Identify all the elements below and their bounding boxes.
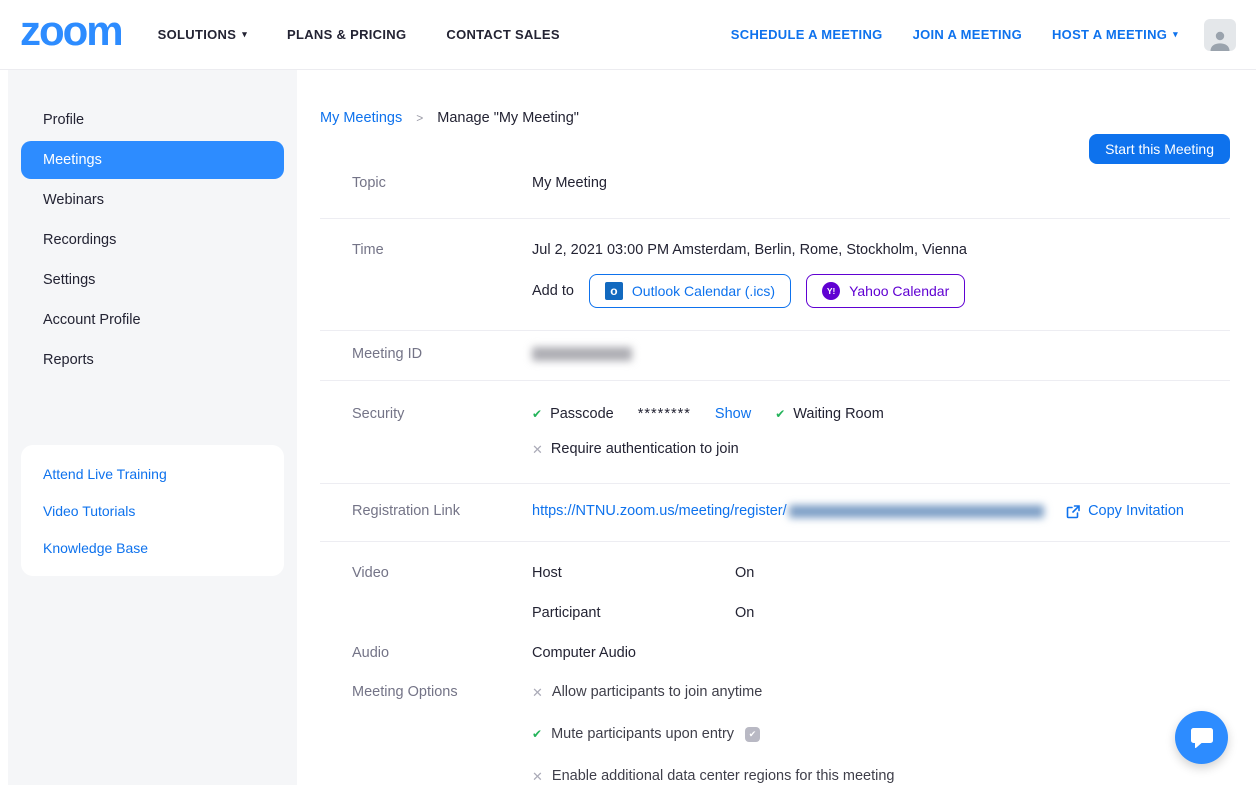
registration-link-row: Registration Link https://NTNU.zoom.us/m… — [320, 484, 1230, 542]
main-content: My Meetings > Manage "My Meeting" Start … — [297, 70, 1256, 785]
yahoo-calendar-label: Yahoo Calendar — [849, 283, 950, 299]
cross-icon: ✕ — [532, 442, 543, 457]
sidebar: Profile Meetings Webinars Recordings Set… — [8, 70, 297, 785]
host-meeting-label: HOST A MEETING — [1051, 27, 1168, 42]
copy-invitation-icon — [1066, 504, 1080, 518]
option-data-center: ✕ Enable additional data center regions … — [532, 767, 1230, 785]
registration-link-redacted — [788, 505, 1044, 518]
chat-bubble-icon — [1190, 727, 1213, 748]
breadcrumb: My Meetings > Manage "My Meeting" — [320, 110, 1230, 126]
option-join-anytime-label: Allow participants to join anytime — [551, 684, 763, 700]
breadcrumb-separator: > — [416, 111, 424, 125]
sidebar-item-settings[interactable]: Settings — [21, 261, 284, 299]
outlook-icon: o — [604, 282, 623, 300]
sidebar-item-profile[interactable]: Profile — [21, 101, 284, 139]
security-label: Security — [352, 406, 405, 422]
check-icon: ✔ — [532, 407, 543, 421]
sidebar-item-meetings[interactable]: Meetings — [21, 141, 284, 179]
topic-row: Topic My Meeting — [320, 164, 1230, 219]
audio-row: Audio Computer Audio — [320, 644, 1230, 663]
video-participant-label: Participant — [532, 605, 601, 621]
video-host-label: Host — [532, 565, 562, 581]
yahoo-calendar-button[interactable]: Y! Yahoo Calendar — [806, 274, 966, 308]
knowledge-base-link[interactable]: Knowledge Base — [21, 529, 284, 566]
meeting-id-label: Meeting ID — [352, 346, 423, 362]
sidebar-item-recordings[interactable]: Recordings — [21, 221, 284, 259]
yahoo-icon: Y! — [822, 282, 841, 300]
account-nav: SCHEDULE A MEETING JOIN A MEETING HOST A… — [731, 27, 1178, 42]
waiting-room-label: Waiting Room — [793, 406, 884, 422]
page-title: Manage "My Meeting" — [437, 110, 579, 126]
nav-solutions-label: SOLUTIONS — [157, 27, 237, 42]
option-data-center-label: Enable additional data center regions fo… — [551, 768, 895, 784]
meeting-options-label: Meeting Options — [352, 684, 458, 700]
join-meeting-link[interactable]: JOIN A MEETING — [913, 27, 1022, 42]
video-host-value: On — [735, 565, 755, 581]
audio-value: Computer Audio — [532, 645, 636, 661]
avatar[interactable] — [1204, 18, 1236, 51]
copy-invitation-link[interactable]: Copy Invitation — [1065, 502, 1230, 521]
video-row: Video Host On Participant On — [320, 542, 1230, 644]
outlook-calendar-label: Outlook Calendar (.ics) — [631, 283, 776, 299]
attend-live-training-link[interactable]: Attend Live Training — [21, 455, 284, 492]
nav-contact-label: CONTACT SALES — [446, 27, 560, 42]
show-passcode-link[interactable]: Show — [715, 405, 751, 424]
option-mute-on-entry: ✔ Mute participants upon entry ✔ — [532, 725, 1230, 744]
security-row: Security ✔ Passcode ******** Show ✔ Wait… — [320, 381, 1230, 484]
outlook-calendar-button[interactable]: o Outlook Calendar (.ics) — [588, 274, 792, 308]
nav-contact-sales[interactable]: CONTACT SALES — [446, 27, 559, 42]
check-icon: ✔ — [775, 407, 786, 421]
sidebar-item-account-profile[interactable]: Account Profile — [21, 301, 284, 339]
chevron-down-icon: ▾ — [1173, 29, 1178, 39]
option-join-anytime: ✕ Allow participants to join anytime — [532, 683, 1230, 702]
schedule-meeting-link[interactable]: SCHEDULE A MEETING — [731, 27, 883, 42]
schedule-meeting-label: SCHEDULE A MEETING — [730, 27, 883, 42]
video-participant-value: On — [735, 605, 755, 621]
sidebar-item-webinars[interactable]: Webinars — [21, 181, 284, 219]
time-value: Jul 2, 2021 03:00 PM Amsterdam, Berlin, … — [532, 242, 967, 258]
video-label: Video — [352, 565, 389, 581]
join-meeting-label: JOIN A MEETING — [912, 27, 1022, 42]
mute-info-icon: ✔ — [745, 727, 761, 742]
person-icon — [1210, 31, 1230, 51]
passcode-label: Passcode — [550, 406, 614, 422]
cross-icon: ✕ — [532, 685, 543, 700]
host-meeting-link[interactable]: HOST A MEETING ▾ — [1052, 27, 1178, 42]
passcode-mask: ******** — [637, 406, 691, 422]
time-label: Time — [352, 242, 384, 258]
chat-button[interactable] — [1175, 711, 1228, 764]
topic-label: Topic — [352, 175, 386, 191]
copy-invitation-label: Copy Invitation — [1088, 503, 1184, 519]
zoom-logo[interactable]: zoom — [20, 9, 124, 52]
top-navigation: zoom SOLUTIONS ▾ PLANS & PRICING CONTACT… — [0, 0, 1256, 70]
meeting-id-row: Meeting ID — [320, 331, 1230, 381]
nav-plans-pricing[interactable]: PLANS & PRICING — [287, 27, 406, 42]
sidebar-item-reports[interactable]: Reports — [21, 341, 284, 379]
audio-label: Audio — [352, 645, 390, 661]
chevron-down-icon: ▾ — [242, 29, 248, 39]
start-meeting-button[interactable]: Start this Meeting — [1089, 134, 1230, 164]
nav-plans-label: PLANS & PRICING — [287, 27, 407, 42]
option-mute-label: Mute participants upon entry — [551, 726, 735, 742]
topic-value: My Meeting — [532, 175, 607, 191]
meeting-options-row: Meeting Options ✕ Allow participants to … — [320, 663, 1230, 785]
check-icon: ✔ — [532, 727, 543, 741]
primary-nav: SOLUTIONS ▾ PLANS & PRICING CONTACT SALE… — [158, 27, 560, 42]
video-tutorials-link[interactable]: Video Tutorials — [21, 492, 284, 529]
cross-icon: ✕ — [532, 769, 543, 784]
require-auth-label: Require authentication to join — [550, 441, 739, 457]
help-card: Attend Live Training Video Tutorials Kno… — [21, 445, 284, 576]
breadcrumb-my-meetings[interactable]: My Meetings — [320, 110, 402, 126]
meeting-id-redacted — [532, 347, 632, 361]
registration-link-label: Registration Link — [352, 503, 460, 519]
time-row: Time Jul 2, 2021 03:00 PM Amsterdam, Ber… — [320, 219, 1230, 331]
nav-solutions[interactable]: SOLUTIONS ▾ — [158, 27, 247, 42]
add-to-label: Add to — [532, 282, 574, 299]
registration-link[interactable]: https://NTNU.zoom.us/meeting/register/ — [532, 502, 787, 521]
